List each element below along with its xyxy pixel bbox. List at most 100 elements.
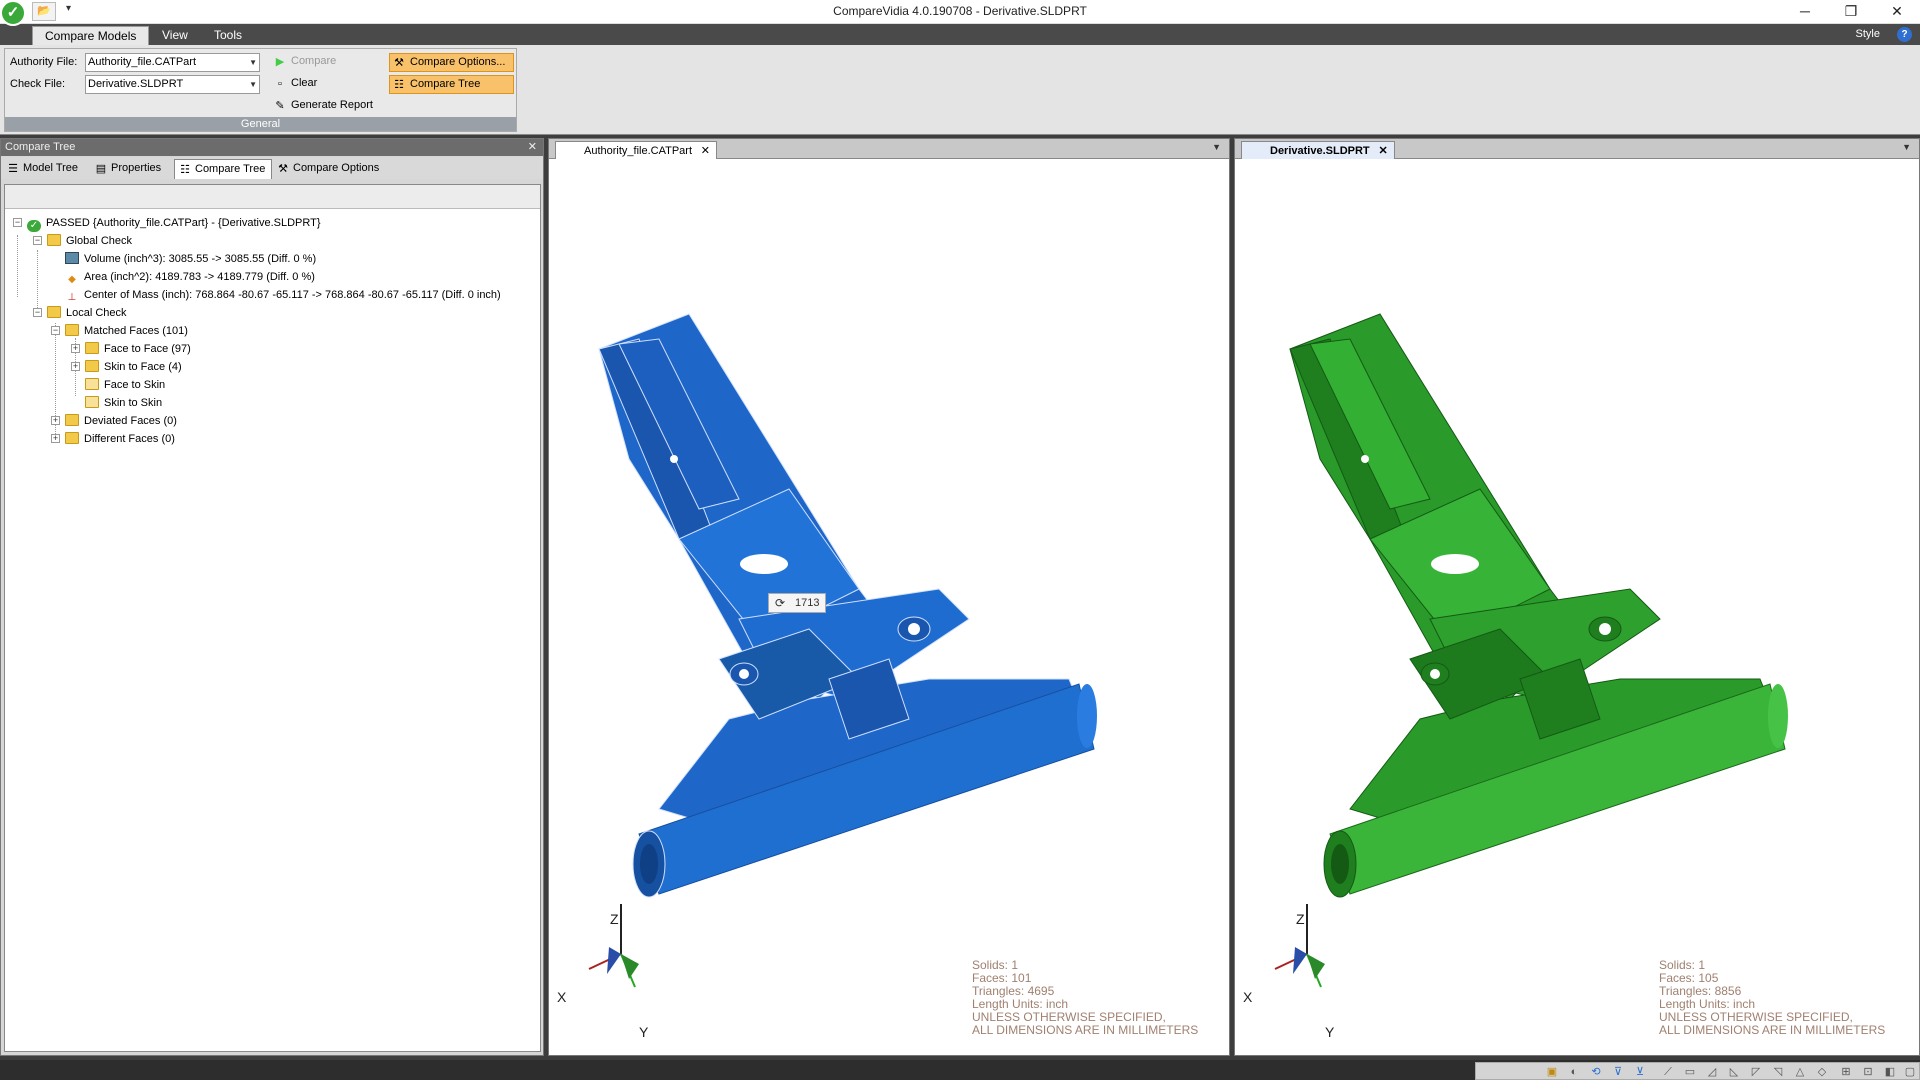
view-back-icon[interactable]: ◿ [1704, 1065, 1720, 1079]
view-left-icon[interactable]: ◺ [1726, 1065, 1742, 1079]
collapse-icon[interactable]: − [33, 308, 42, 317]
ribbon-tab-bar: Compare Models View Tools Style ? [0, 24, 1920, 45]
tree-node-face-to-face[interactable]: Face to Face (97) [85, 340, 191, 358]
tab-model-tree[interactable]: ☰ Model Tree [3, 159, 84, 179]
style-menu[interactable]: Style [1856, 28, 1880, 40]
check-file-value: Derivative.SLDPRT [88, 78, 184, 90]
folder-icon [47, 306, 61, 318]
layout-icon[interactable]: ◧ [1882, 1065, 1898, 1079]
panel-tabs: ☰ Model Tree ▤ Properties ☷ Compare Tree ⚒ C… [1, 157, 543, 179]
tools-icon: ⚒ [394, 57, 404, 69]
view-top-icon[interactable]: ◹ [1770, 1065, 1786, 1079]
tree-node-matched-faces[interactable]: Matched Faces (101) [65, 322, 188, 340]
tree-node-label: Matched Faces (101) [84, 325, 188, 337]
collapse-icon[interactable]: − [13, 218, 22, 227]
fullscreen-icon[interactable]: ▢ [1902, 1065, 1918, 1079]
folder-icon [85, 360, 99, 372]
tab-properties[interactable]: ▤ Properties [91, 159, 167, 179]
tab-tools[interactable]: Tools [202, 26, 254, 45]
tree-node-local-check[interactable]: Local Check [47, 304, 127, 322]
orbit-icon[interactable]: ⟲ [1588, 1065, 1604, 1079]
properties-icon: ▤ [95, 163, 107, 175]
expand-icon[interactable]: + [71, 362, 80, 371]
generate-report-button[interactable]: ✎ Generate Report [271, 97, 386, 116]
tree-connector [17, 235, 18, 297]
section-icon[interactable]: ⊞ [1838, 1065, 1854, 1079]
tree-node-volume[interactable]: Volume (inch^3): 3085.55 -> 3085.55 (Dif… [65, 250, 316, 268]
open-file-icon[interactable]: 📂 [32, 2, 56, 21]
tree-node-area[interactable]: ◆ Area (inch^2): 4189.783 -> 4189.779 (Di… [65, 268, 315, 286]
filter-icon[interactable]: ⊽ [1610, 1065, 1626, 1079]
compare-options-button[interactable]: ⚒ Compare Options... [389, 53, 514, 72]
tree-node-label: Local Check [66, 307, 127, 319]
close-window-button[interactable]: ✕ [1874, 0, 1920, 24]
expand-icon[interactable]: + [51, 416, 60, 425]
shaded-icon[interactable]: ◐ [1566, 1065, 1582, 1079]
tab-compare-options[interactable]: ⚒ Compare Options [273, 159, 385, 179]
quick-access-dropdown-icon[interactable]: ▾ [66, 3, 71, 14]
clear-button-label: Clear [291, 77, 318, 89]
bracket-model [1289, 313, 1788, 898]
tab-compare-models[interactable]: Compare Models [32, 26, 150, 45]
compare-tree-button[interactable]: ☷ Compare Tree [389, 75, 514, 94]
info-note-2: ALL DIMENSIONS ARE IN MILLIMETERS [1659, 1023, 1886, 1037]
compare-tree: − − − − + + + + ✓ PASSED {Authority_file.… [4, 184, 541, 1052]
view-tab-bar: Derivative.SLDPRT ✕ ▼ [1235, 139, 1919, 159]
derivative-model-render[interactable] [1235, 159, 1919, 1055]
authority-file-combo[interactable]: Authority_file.CATPart ▼ [85, 53, 260, 72]
panel-header: Compare Tree ✕ [1, 139, 543, 156]
tab-authority-file[interactable]: Authority_file.CATPart ✕ [555, 141, 718, 160]
tree-node-global-check[interactable]: Global Check [47, 232, 132, 250]
check-icon: ✓ [27, 220, 41, 232]
tree-node-face-to-skin[interactable]: Face to Skin [85, 376, 165, 394]
help-icon[interactable]: ? [1897, 27, 1912, 42]
measure-icon[interactable]: ⟋ [1660, 1065, 1676, 1079]
info-note-2: ALL DIMENSIONS ARE IN MILLIMETERS [972, 1023, 1199, 1037]
ribbon: Authority File: Authority_file.CATPart ▼… [0, 45, 1920, 135]
tab-view[interactable]: View [150, 26, 200, 45]
tab-compare-tree[interactable]: ☷ Compare Tree [174, 159, 273, 179]
bracket-model [598, 313, 1097, 898]
tab-model-tree-label: Model Tree [23, 162, 79, 174]
check-file-combo[interactable]: Derivative.SLDPRT ▼ [85, 75, 260, 94]
close-icon[interactable]: ✕ [701, 142, 710, 160]
check-file-label: Check File: [10, 78, 66, 90]
tree-node-label: Deviated Faces (0) [84, 415, 177, 427]
tooltip-value: 1713 [795, 597, 820, 609]
axis-y-label: Y [1325, 1024, 1335, 1040]
collapse-icon[interactable]: − [33, 236, 42, 245]
tab-derivative-file[interactable]: Derivative.SLDPRT ✕ [1241, 141, 1395, 159]
tree-node-center-of-mass[interactable]: ⊥ Center of Mass (inch): 768.864 -80.67 -… [65, 286, 501, 304]
compare-button[interactable]: ▶ Compare [271, 53, 381, 72]
tree-node-skin-to-skin[interactable]: Skin to Skin [85, 394, 162, 412]
select-icon[interactable]: ⊻ [1632, 1065, 1648, 1079]
collapse-icon[interactable]: − [51, 326, 60, 335]
clear-button[interactable]: ▫ Clear [271, 75, 381, 94]
authority-model-view[interactable]: Authority_file.CATPart ✕ ▼ Z X Y ⟳ 1713 … [548, 138, 1230, 1056]
minimize-button[interactable]: ─ [1782, 0, 1828, 24]
axis-x-label: X [557, 989, 567, 1005]
compare-options-label: Compare Options... [410, 56, 506, 68]
tree-node-deviated-faces[interactable]: Deviated Faces (0) [65, 412, 177, 430]
expand-icon[interactable]: + [51, 434, 60, 443]
close-icon[interactable]: ✕ [528, 139, 537, 156]
folder-icon [65, 432, 79, 444]
view-bottom-icon[interactable]: △ [1792, 1065, 1808, 1079]
expand-icon[interactable]: + [71, 344, 80, 353]
chevron-down-icon[interactable]: ▼ [1902, 142, 1911, 152]
fit-icon[interactable]: ⊡ [1860, 1065, 1876, 1079]
view-iso-icon[interactable]: ◇ [1814, 1065, 1830, 1079]
tree-node-skin-to-face[interactable]: Skin to Face (4) [85, 358, 182, 376]
view-right-icon[interactable]: ◸ [1748, 1065, 1764, 1079]
chevron-down-icon[interactable]: ▼ [1212, 142, 1221, 152]
authority-model-render[interactable] [549, 159, 1229, 1055]
view-front-icon[interactable]: ▭ [1682, 1065, 1698, 1079]
restore-button[interactable]: ❐ [1828, 0, 1874, 24]
close-icon[interactable]: ✕ [1378, 142, 1387, 160]
derivative-model-view[interactable]: Derivative.SLDPRT ✕ ▼ Z X Y Solids: 1 Fa… [1234, 138, 1920, 1056]
axis-z-label: Z [1296, 911, 1305, 927]
app-menu-button[interactable]: ✓ [0, 0, 26, 26]
tree-node-different-faces[interactable]: Different Faces (0) [65, 430, 175, 448]
notes-icon[interactable]: ▣ [1544, 1065, 1560, 1079]
tree-node-passed[interactable]: ✓ PASSED {Authority_file.CATPart} - {Deri… [27, 214, 321, 232]
